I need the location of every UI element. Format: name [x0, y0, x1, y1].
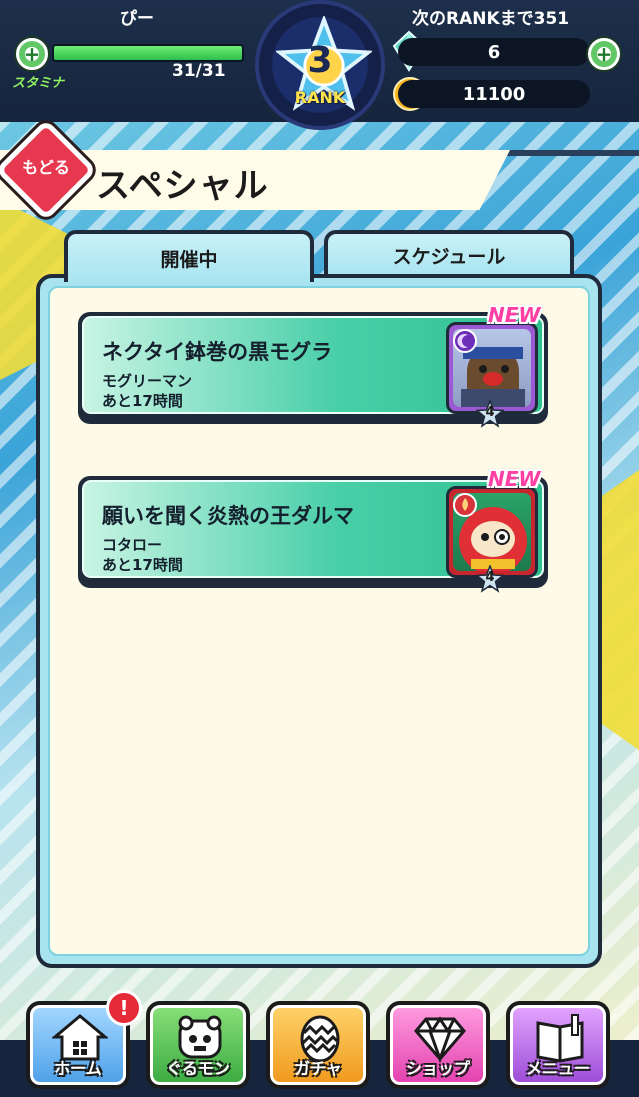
rank-star-icon: 4 [474, 563, 506, 593]
rank-star-icon: 4 [474, 398, 506, 428]
notification-badge: ! [106, 990, 142, 1026]
fire-tribe-icon [453, 493, 477, 517]
event-monster-name: コタロー [102, 536, 163, 554]
next-rank-text: 次のRANKまで351 [412, 9, 570, 29]
event-title: 願いを聞く炎熱の王ダルマ [102, 504, 354, 528]
nav-menu-button[interactable]: メニュー [506, 1001, 610, 1089]
new-badge: NEW [488, 303, 541, 327]
nav-gurumon-label: ぐるモン [166, 1059, 230, 1078]
tab-label: 開催中 [160, 248, 218, 271]
nav-shop-button[interactable]: ショップ [386, 1001, 490, 1089]
rank-number: 4 [485, 405, 495, 420]
rank-number: 3 [307, 40, 333, 81]
page-title: スペシャル [96, 166, 269, 206]
nav-gacha-label: ガチャ [294, 1059, 342, 1078]
event-title: ネクタイ鉢巻の黒モグラ [102, 340, 333, 364]
stamina-plus-button[interactable]: + [16, 38, 48, 70]
moon-tribe-icon [453, 329, 477, 353]
rank-label: RANK [294, 88, 346, 107]
nav-shop-label: ショップ [405, 1059, 470, 1078]
stamina-fill [54, 46, 242, 60]
tab-label: スケジュール [392, 245, 506, 268]
nav-menu-label: メニュー [525, 1059, 590, 1078]
nav-gurumon-button[interactable]: ぐるモン [146, 1001, 250, 1089]
stamina-label: スタミナ [12, 76, 65, 91]
nav-gacha-button[interactable]: ガチャ [266, 1001, 370, 1089]
stamina-bar [52, 44, 244, 62]
nav-home-label: ホーム [54, 1059, 102, 1078]
event-remaining-time: あと17時間 [102, 392, 183, 410]
rank-badge[interactable]: 3 RANK [255, 0, 385, 130]
event-remaining-time: あと17時間 [102, 556, 183, 574]
coin-count: 11100 [398, 80, 590, 108]
username: ぴー [120, 9, 154, 29]
stamina-value: 31/31 [172, 61, 226, 81]
tab-ongoing[interactable]: 開催中 [64, 230, 314, 282]
new-badge: NEW [488, 467, 541, 491]
gem-count: 6 [398, 38, 590, 66]
rank-number: 4 [485, 570, 495, 585]
tab-schedule[interactable]: スケジュール [324, 230, 574, 276]
gem-plus-button[interactable]: + [588, 38, 620, 70]
event-monster-name: モグリーマン [102, 372, 193, 390]
back-button-label[interactable]: もどる [14, 154, 78, 178]
